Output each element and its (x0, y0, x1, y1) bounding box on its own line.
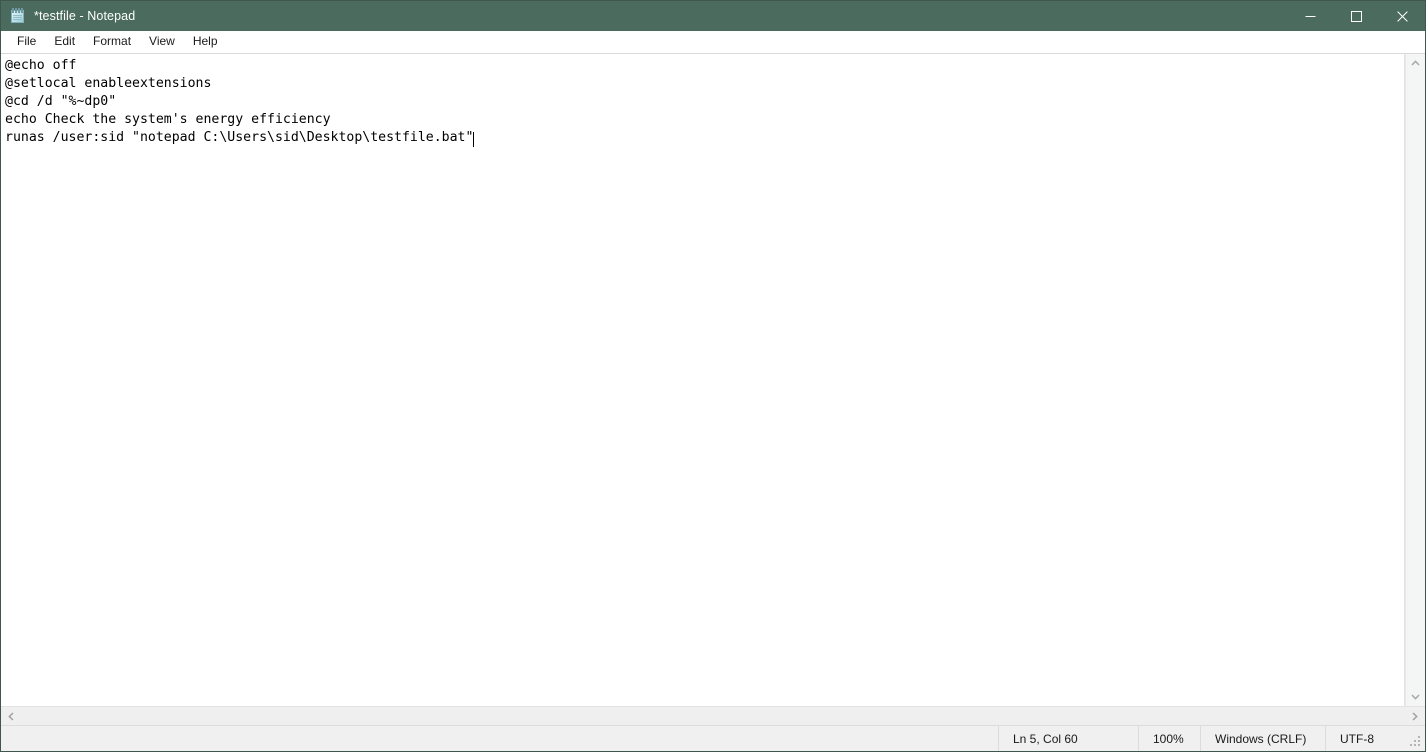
title-bar[interactable]: *testfile - Notepad (1, 1, 1425, 31)
close-icon (1396, 10, 1408, 22)
menu-item-file[interactable]: File (9, 32, 44, 51)
chevron-up-icon (1411, 60, 1420, 66)
scroll-right-button[interactable] (1405, 707, 1425, 726)
horizontal-scrollbar[interactable] (1, 706, 1425, 725)
maximize-icon (1350, 10, 1362, 22)
close-button[interactable] (1379, 1, 1425, 31)
caption-buttons (1287, 1, 1425, 31)
menu-item-view[interactable]: View (141, 32, 183, 51)
status-encoding[interactable]: UTF-8 (1325, 726, 1425, 751)
editor-area: @echo off @setlocal enableextensions @cd… (1, 53, 1425, 706)
status-line-ending[interactable]: Windows (CRLF) (1200, 726, 1325, 751)
scroll-left-button[interactable] (1, 707, 21, 726)
menu-item-format[interactable]: Format (85, 32, 139, 51)
chevron-down-icon (1411, 694, 1420, 700)
status-cursor-position[interactable]: Ln 5, Col 60 (998, 726, 1138, 751)
notepad-window: *testfile - Notepad File Edit Format Vie… (0, 0, 1426, 752)
window-title: *testfile - Notepad (34, 9, 136, 23)
status-zoom-level[interactable]: 100% (1138, 726, 1200, 751)
chevron-left-icon (8, 711, 14, 721)
status-bar: Ln 5, Col 60 100% Windows (CRLF) UTF-8 (1, 725, 1425, 751)
menu-item-edit[interactable]: Edit (46, 32, 83, 51)
editor-content: @echo off @setlocal enableextensions @cd… (5, 57, 475, 147)
maximize-button[interactable] (1333, 1, 1379, 31)
text-caret (473, 132, 475, 147)
scroll-down-button[interactable] (1406, 688, 1426, 706)
minimize-button[interactable] (1287, 1, 1333, 31)
minimize-icon (1305, 15, 1315, 17)
notepad-icon (10, 8, 26, 24)
chevron-right-icon (1412, 711, 1418, 721)
scroll-up-button[interactable] (1406, 54, 1426, 72)
vertical-scrollbar[interactable] (1405, 54, 1425, 706)
menu-item-help[interactable]: Help (185, 32, 226, 51)
editor-text-value: @echo off @setlocal enableextensions @cd… (5, 58, 474, 145)
menu-bar: File Edit Format View Help (1, 31, 1425, 53)
text-editor[interactable]: @echo off @setlocal enableextensions @cd… (1, 54, 1405, 706)
vertical-scroll-track[interactable] (1406, 72, 1425, 688)
horizontal-scroll-track[interactable] (21, 707, 1405, 725)
